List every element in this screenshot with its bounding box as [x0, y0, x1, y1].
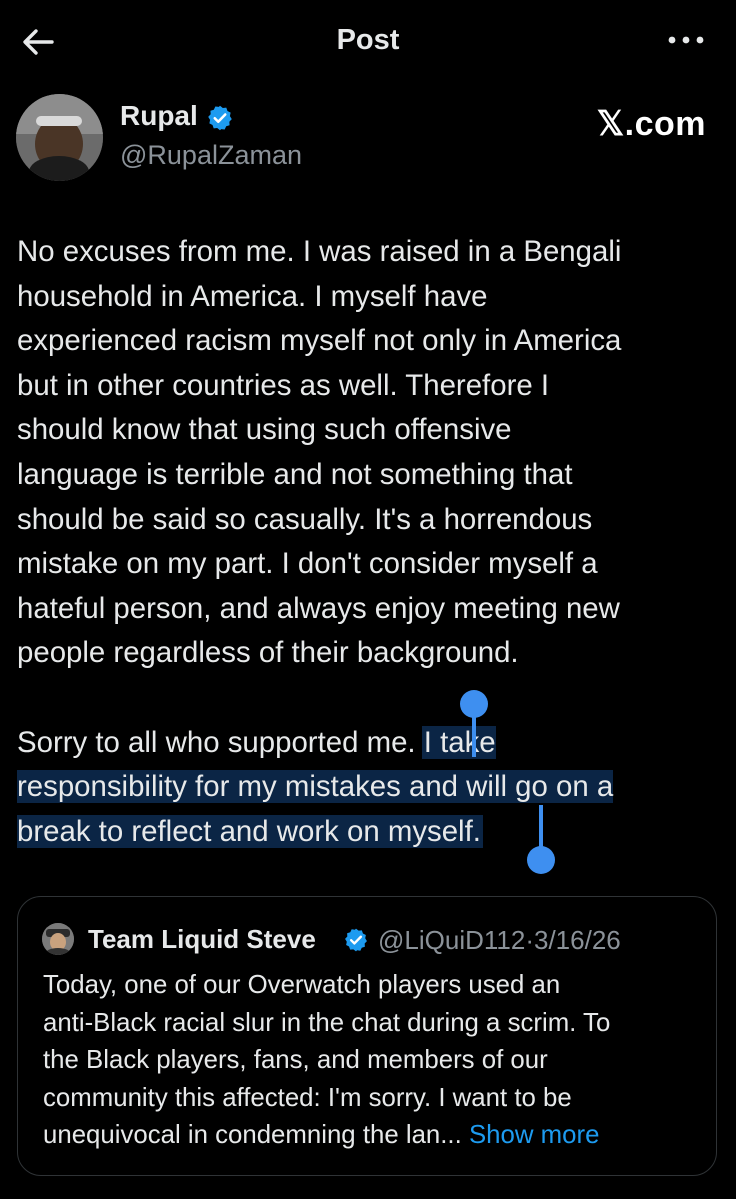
unselected-text: Sorry to all who supported me. — [17, 725, 424, 759]
meta-separator: · — [525, 925, 534, 955]
page-title: Post — [336, 24, 400, 56]
quoted-post-card[interactable]: Team Liquid Steve @LiQuiD112·3/16/26 Tod… — [17, 896, 717, 1176]
author-handle[interactable]: @RupalZaman — [120, 140, 302, 171]
top-bar: Post — [0, 0, 736, 82]
more-horizontal-icon — [668, 36, 704, 44]
quoted-author-handle: @LiQuiD112 — [378, 925, 526, 955]
quoted-post-meta: @LiQuiD112·3/16/26 — [378, 925, 621, 956]
quoted-author-name: Team Liquid Steve — [88, 924, 316, 954]
verified-badge-icon — [345, 928, 367, 952]
selection-end-caret — [539, 805, 543, 847]
selection-start-caret — [472, 715, 476, 757]
author-name[interactable]: Rupal — [120, 100, 198, 132]
selection-start-handle[interactable] — [460, 690, 488, 718]
more-options-button[interactable] — [666, 30, 706, 50]
selection-end-handle[interactable] — [527, 846, 555, 874]
avatar-image — [42, 923, 74, 955]
verified-badge-icon — [208, 105, 232, 131]
quoted-author-avatar — [42, 923, 74, 955]
avatar-image — [16, 94, 103, 181]
show-more-link[interactable]: Show more — [469, 1121, 599, 1149]
post-paragraph-2: Sorry to all who supported me. I take re… — [17, 721, 722, 855]
post-paragraph-1: No excuses from me. I was raised in a Be… — [17, 235, 622, 670]
quoted-post-date: 3/16/26 — [534, 925, 621, 955]
post-text[interactable]: No excuses from me. I was raised in a Be… — [17, 230, 722, 854]
x-watermark: 𝕏.com — [596, 105, 706, 143]
author-avatar[interactable] — [16, 94, 103, 181]
quoted-post-text: Today, one of our Overwatch players used… — [43, 967, 713, 1155]
